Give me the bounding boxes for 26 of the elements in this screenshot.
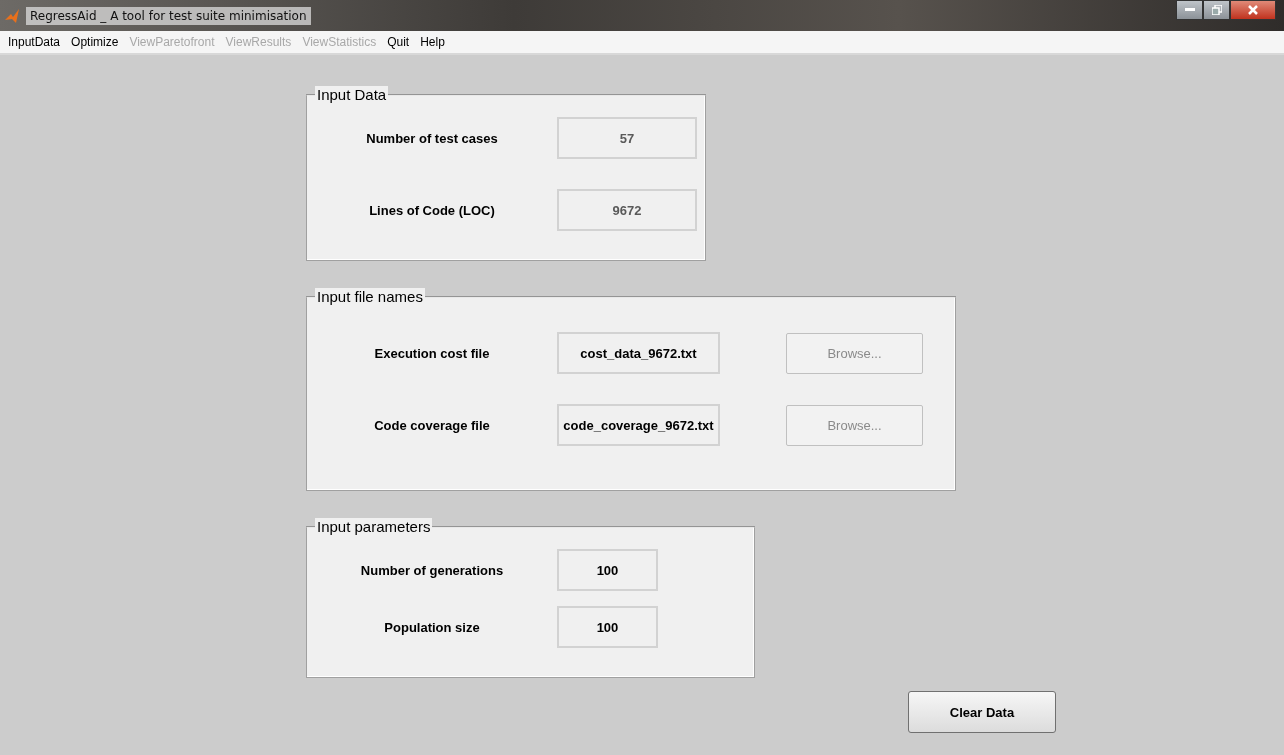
field-label: Number of generations bbox=[359, 562, 505, 578]
menu-item[interactable]: InputData bbox=[8, 35, 61, 49]
field-label: Number of test cases bbox=[365, 130, 499, 146]
restore-button[interactable] bbox=[1203, 0, 1230, 20]
app-logo-icon bbox=[4, 7, 20, 24]
menu-item[interactable]: Help bbox=[420, 35, 445, 49]
close-icon bbox=[1248, 5, 1258, 15]
field-label: Execution cost file bbox=[373, 345, 491, 361]
window-title: RegressAid _ A tool for test suite minimisation bbox=[26, 6, 311, 25]
field-label: Lines of Code (LOC) bbox=[368, 202, 496, 218]
text-field[interactable]: 100 bbox=[557, 606, 658, 648]
panel-title: Input parameters bbox=[315, 518, 433, 535]
text-field[interactable]: cost_data_9672.txt bbox=[557, 332, 720, 374]
text-field[interactable]: 100 bbox=[557, 549, 658, 591]
minimize-button[interactable] bbox=[1176, 0, 1203, 20]
clear-data-button[interactable]: Clear Data bbox=[908, 691, 1056, 733]
restore-icon bbox=[1211, 5, 1222, 15]
menu-item[interactable]: Optimize bbox=[71, 35, 119, 49]
panel-title: Input Data bbox=[315, 86, 389, 103]
text-field[interactable]: code_coverage_9672.txt bbox=[557, 404, 720, 446]
field-label: Code coverage file bbox=[373, 417, 491, 433]
field-label: Population size bbox=[383, 619, 481, 635]
panel-title: Input file names bbox=[315, 288, 425, 305]
menu-item[interactable]: Quit bbox=[387, 35, 410, 49]
minimize-icon bbox=[1184, 8, 1195, 12]
close-button[interactable] bbox=[1230, 0, 1276, 20]
